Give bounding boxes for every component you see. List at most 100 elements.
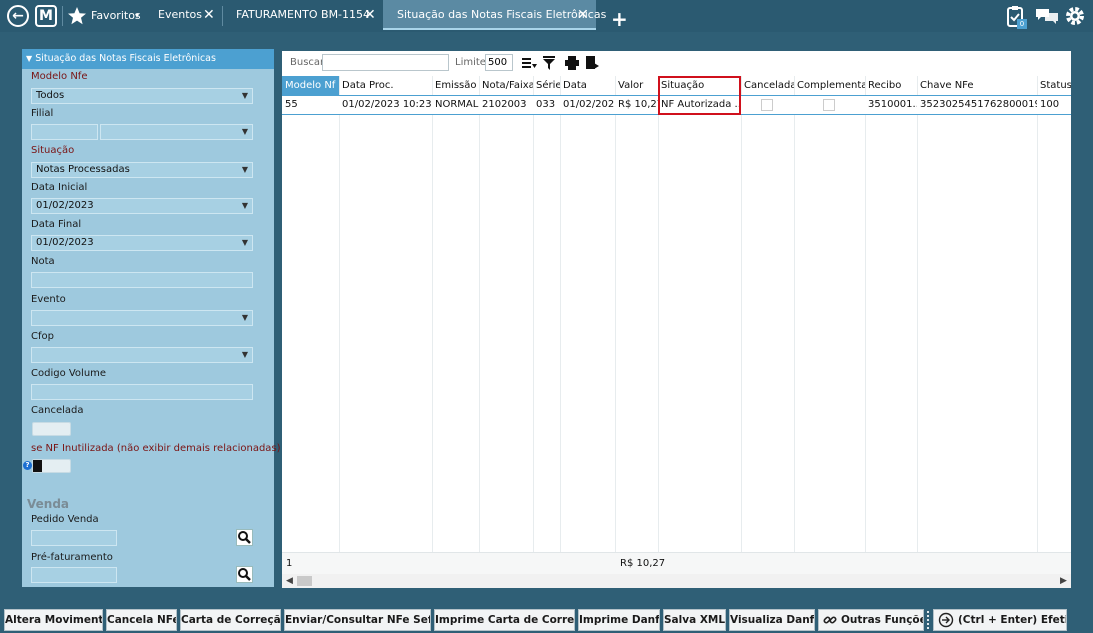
chevron-down-icon: ▼ bbox=[241, 350, 248, 359]
evento-label: Evento bbox=[31, 294, 66, 305]
clipboard-icon[interactable]: 0 bbox=[1005, 5, 1027, 29]
tab-situacao-nfe[interactable]: Situação das Notas Fiscais Eletrônicas ✕ bbox=[383, 0, 606, 30]
column-header-status[interactable]: Status bbox=[1037, 76, 1071, 95]
column-divider bbox=[917, 76, 918, 552]
salva-xml-button[interactable]: Salva XML bbox=[663, 609, 726, 631]
cancelada-checkbox[interactable] bbox=[761, 99, 773, 111]
outras-funcoes-button[interactable]: Outras Funções bbox=[818, 609, 924, 631]
chevron-down-icon: ▼ bbox=[241, 238, 248, 247]
close-icon[interactable]: ✕ bbox=[577, 0, 589, 30]
column-header-chave-nfe[interactable]: Chave NFe bbox=[917, 76, 1037, 95]
complementar-checkbox[interactable] bbox=[823, 99, 835, 111]
search-icon bbox=[238, 531, 251, 544]
column-divider bbox=[658, 76, 659, 552]
cell-valor: R$ 10,27 bbox=[618, 99, 658, 110]
column-header-data[interactable]: Data bbox=[560, 76, 615, 95]
tab-label: Situação das Notas Fiscais Eletrônicas bbox=[397, 8, 607, 21]
scroll-left-icon[interactable]: ◀ bbox=[286, 574, 293, 588]
filial-code-input[interactable] bbox=[31, 124, 98, 140]
results-panel: Buscar Limite 500 Modelo Nf Data Proc. E… bbox=[282, 51, 1071, 588]
gear-icon[interactable] bbox=[1064, 5, 1086, 27]
pedido-venda-label: Pedido Venda bbox=[31, 514, 99, 525]
pedido-venda-search-button[interactable] bbox=[236, 529, 253, 546]
column-header-recibo[interactable]: Recibo bbox=[865, 76, 917, 95]
cfop-label: Cfop bbox=[31, 331, 54, 342]
divider bbox=[222, 6, 223, 26]
imprime-danfe-button[interactable]: Imprime Danfe bbox=[578, 609, 660, 631]
logo-icon[interactable]: M bbox=[35, 5, 57, 27]
data-final-input[interactable]: 01/02/2023 ▼ bbox=[31, 235, 253, 251]
cancela-nfe-button[interactable]: Cancela NFe bbox=[106, 609, 177, 631]
print-icon[interactable] bbox=[564, 55, 580, 71]
close-icon[interactable]: ✕ bbox=[364, 0, 376, 30]
column-header-modelo-nf[interactable]: Modelo Nf bbox=[282, 76, 339, 95]
column-divider bbox=[1037, 76, 1038, 552]
nota-input[interactable] bbox=[31, 272, 253, 288]
collapse-icon: ▼ bbox=[26, 54, 33, 63]
link-icon bbox=[823, 616, 837, 624]
chevron-down-icon: ▼ bbox=[241, 91, 248, 100]
grid-footer: 1 R$ 10,27 bbox=[282, 552, 1071, 574]
filter-panel-title: Situação das Notas Fiscais Eletrônicas bbox=[35, 53, 216, 64]
column-header-complementar[interactable]: Complementar bbox=[794, 76, 865, 95]
limite-input[interactable]: 500 bbox=[485, 54, 513, 71]
horizontal-scrollbar[interactable]: ◀ ▶ bbox=[282, 574, 1071, 588]
pedido-venda-input[interactable] bbox=[31, 530, 117, 546]
altera-movimento-button[interactable]: Altera Movimento bbox=[4, 609, 103, 631]
footer-total-valor: R$ 10,27 bbox=[620, 558, 666, 569]
cell-nota: 2102003 bbox=[482, 99, 527, 110]
new-tab-button[interactable]: + bbox=[611, 9, 628, 29]
data-inicial-input[interactable]: 01/02/2023 ▼ bbox=[31, 198, 253, 214]
column-divider bbox=[560, 76, 561, 552]
scroll-right-icon[interactable]: ▶ bbox=[1060, 574, 1067, 588]
cell-recibo: 3510001... bbox=[868, 99, 917, 110]
close-icon[interactable]: ✕ bbox=[203, 0, 215, 30]
help-icon[interactable]: ? bbox=[23, 461, 32, 470]
divider bbox=[62, 6, 63, 26]
filter-panel-header[interactable]: ▼ Situação das Notas Fiscais Eletrônicas bbox=[22, 49, 274, 69]
visualiza-danfe-button[interactable]: Visualiza Danfe bbox=[729, 609, 815, 631]
data-final-label: Data Final bbox=[31, 219, 82, 230]
column-header-cancelada[interactable]: Cancelada bbox=[741, 76, 794, 95]
export-icon[interactable] bbox=[584, 55, 600, 71]
cell-data: 01/02/2023 bbox=[563, 99, 615, 110]
enviar-consultar-button[interactable]: Enviar/Consultar NFe Sefaz bbox=[284, 609, 431, 631]
imprime-carta-button[interactable]: Imprime Carta de Correção bbox=[434, 609, 575, 631]
drag-handle-icon[interactable] bbox=[927, 611, 931, 629]
tab-eventos[interactable]: Eventos ✕ bbox=[150, 0, 220, 30]
column-header-data-proc[interactable]: Data Proc. bbox=[339, 76, 432, 95]
buscar-input[interactable] bbox=[322, 54, 449, 71]
cfop-select[interactable]: ▼ bbox=[31, 347, 253, 363]
favorites-label: Favoritos bbox=[91, 9, 141, 22]
filter-icon[interactable] bbox=[541, 55, 557, 71]
column-header-serie[interactable]: Série bbox=[533, 76, 560, 95]
codigo-volume-input[interactable] bbox=[31, 384, 253, 400]
scroll-thumb[interactable] bbox=[297, 576, 312, 586]
pre-faturamento-search-button[interactable] bbox=[236, 566, 253, 583]
situacao-highlight-box bbox=[658, 76, 741, 115]
carta-correcao-button[interactable]: Carta de Correção bbox=[180, 609, 281, 631]
modelo-nfe-label: Modelo Nfe bbox=[31, 71, 88, 82]
sort-icon[interactable] bbox=[521, 55, 537, 71]
filial-select[interactable]: ▼ bbox=[100, 124, 253, 140]
chat-icon[interactable] bbox=[1035, 7, 1059, 25]
star-icon bbox=[68, 7, 86, 25]
tab-faturamento[interactable]: FATURAMENTO BM-1154 ✕ bbox=[228, 0, 378, 30]
column-header-emissao[interactable]: Emissão bbox=[432, 76, 479, 95]
buscar-label: Buscar bbox=[290, 57, 325, 68]
modelo-nfe-select[interactable]: Todos ▼ bbox=[31, 88, 253, 104]
column-divider bbox=[615, 76, 616, 552]
efetivar-button[interactable]: (Ctrl + Enter) Efetivar bbox=[933, 609, 1067, 631]
evento-select[interactable]: ▼ bbox=[31, 310, 253, 326]
venda-section-title: Venda bbox=[27, 497, 69, 511]
cell-modelo: 55 bbox=[285, 99, 298, 110]
pre-faturamento-input[interactable] bbox=[31, 567, 117, 583]
inutilizada-toggle[interactable] bbox=[32, 459, 71, 473]
column-header-valor[interactable]: Valor bbox=[615, 76, 658, 95]
cancelada-toggle[interactable] bbox=[32, 422, 71, 436]
situacao-select[interactable]: Notas Processadas ▼ bbox=[31, 162, 253, 178]
column-divider bbox=[339, 76, 340, 552]
data-final-value: 01/02/2023 bbox=[36, 237, 94, 248]
column-header-nota-faixa[interactable]: Nota/Faixa bbox=[479, 76, 533, 95]
back-icon[interactable]: ← bbox=[7, 5, 29, 27]
